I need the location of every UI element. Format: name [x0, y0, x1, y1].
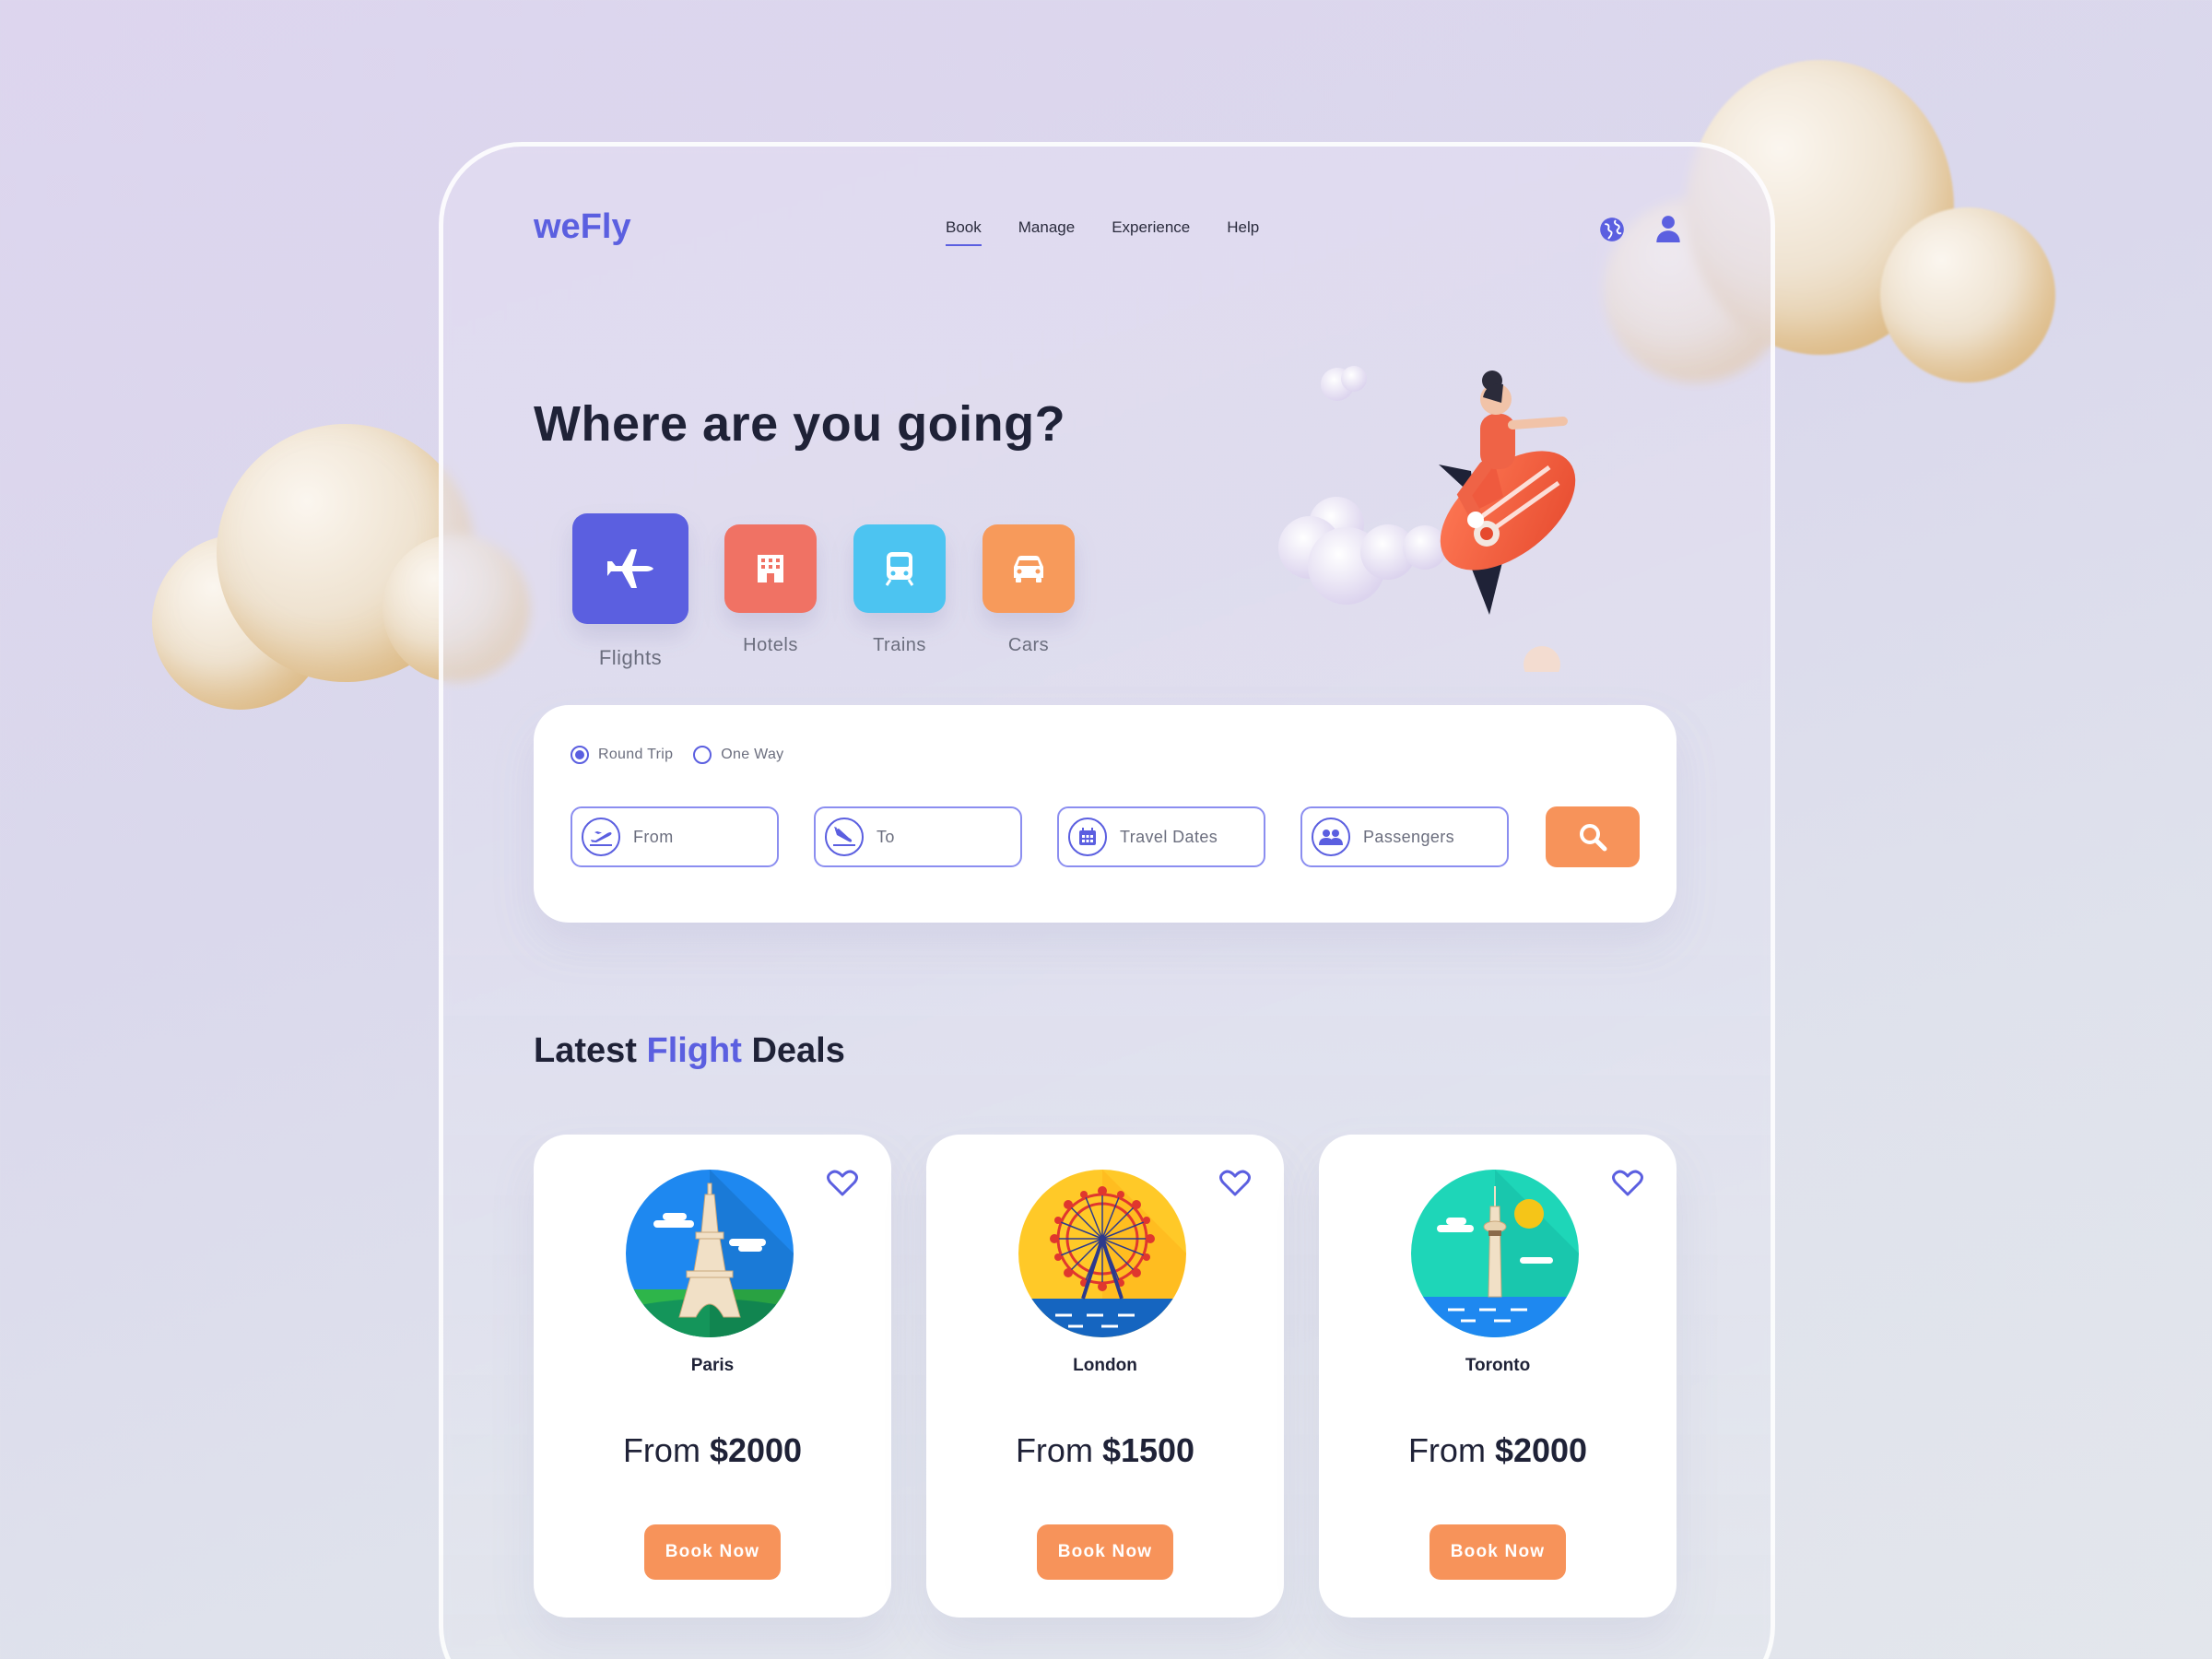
- one-way-radio[interactable]: One Way: [693, 746, 783, 764]
- takeoff-icon: [582, 818, 620, 856]
- globe-icon[interactable]: [1599, 217, 1625, 242]
- deals-heading-prefix: Latest: [534, 1031, 647, 1070]
- favorite-heart-icon[interactable]: [1219, 1170, 1251, 1197]
- deals-heading-suffix: Deals: [741, 1031, 845, 1070]
- from-placeholder: From: [633, 827, 674, 846]
- deal-card-london[interactable]: London From $1500 Book Now: [926, 1135, 1284, 1618]
- calendar-icon: [1068, 818, 1107, 856]
- main-nav: Book Manage Experience Help: [946, 218, 1259, 246]
- deal-city: Toronto: [1465, 1356, 1531, 1375]
- travel-dates-field[interactable]: Travel Dates: [1057, 806, 1265, 867]
- radio-label: Round Trip: [598, 747, 674, 762]
- nav-item-experience[interactable]: Experience: [1112, 218, 1190, 237]
- nav-item-book[interactable]: Book: [946, 218, 982, 246]
- radio-checked-icon: [571, 746, 589, 764]
- deal-price-amount: $2000: [1494, 1431, 1588, 1469]
- book-now-button[interactable]: Book Now: [1430, 1524, 1566, 1580]
- favorite-heart-icon[interactable]: [827, 1170, 858, 1197]
- hotel-icon: [758, 555, 783, 582]
- nav-item-help[interactable]: Help: [1227, 218, 1259, 237]
- deal-price: From $1500: [926, 1431, 1284, 1470]
- deal-price-prefix: From: [622, 1431, 710, 1469]
- deal-price-prefix: From: [1407, 1431, 1495, 1469]
- trip-type-options: Round Trip One Way: [571, 746, 783, 764]
- page-title: Where are you going?: [534, 396, 1066, 452]
- landing-icon: [825, 818, 864, 856]
- search-icon: [1580, 824, 1607, 852]
- deal-card-paris[interactable]: Paris From $2000 Book Now: [534, 1135, 891, 1618]
- deal-price-amount: $1500: [1101, 1431, 1195, 1469]
- travel-dates-placeholder: Travel Dates: [1120, 827, 1218, 846]
- to-field[interactable]: To: [814, 806, 1022, 867]
- deals-heading: Latest Flight Deals: [534, 1031, 845, 1071]
- from-field[interactable]: From: [571, 806, 779, 867]
- to-placeholder: To: [877, 827, 895, 846]
- tab-label: Hotels: [743, 635, 798, 655]
- eiffel-tower-icon: [626, 1170, 794, 1337]
- train-icon: [885, 552, 914, 586]
- deal-price: From $2000: [1319, 1431, 1677, 1470]
- tab-label: Trains: [873, 635, 926, 655]
- favorite-heart-icon[interactable]: [1612, 1170, 1643, 1197]
- deal-city: Paris: [690, 1356, 735, 1375]
- rocket-rider-illustration: [1278, 366, 1576, 672]
- radio-unchecked-icon: [693, 746, 712, 764]
- round-trip-radio[interactable]: Round Trip: [571, 746, 673, 764]
- tab-label: Cars: [1007, 635, 1050, 655]
- app-window: weFly Book Manage Experience Help Where …: [439, 142, 1775, 1659]
- brand-logo[interactable]: weFly: [534, 207, 631, 247]
- deal-city: London: [1073, 1356, 1137, 1375]
- tab-cars[interactable]: Cars: [982, 524, 1075, 656]
- tab-flights[interactable]: Flights: [572, 513, 688, 670]
- deal-card-toronto[interactable]: Toronto From $2000 Book Now: [1319, 1135, 1677, 1618]
- nav-item-manage[interactable]: Manage: [1018, 218, 1075, 237]
- deals-heading-accent: Flight: [646, 1031, 742, 1070]
- car-icon: [1014, 556, 1043, 582]
- deal-price: From $2000: [534, 1431, 891, 1470]
- tab-trains[interactable]: Trains: [853, 524, 946, 656]
- flight-search-form: Round Trip One Way From To Travel Dates …: [534, 705, 1677, 923]
- book-now-button[interactable]: Book Now: [644, 1524, 781, 1580]
- book-now-button[interactable]: Book Now: [1037, 1524, 1173, 1580]
- deal-price-prefix: From: [1015, 1431, 1102, 1469]
- search-button[interactable]: [1546, 806, 1640, 867]
- passengers-placeholder: Passengers: [1363, 827, 1455, 846]
- user-icon[interactable]: [1655, 215, 1681, 242]
- tab-hotels[interactable]: Hotels: [724, 524, 817, 656]
- passengers-field[interactable]: Passengers: [1300, 806, 1509, 867]
- deal-price-amount: $2000: [709, 1431, 803, 1469]
- plane-icon: [607, 549, 653, 588]
- tab-label: Flights: [598, 646, 663, 669]
- radio-label: One Way: [721, 747, 784, 762]
- passengers-icon: [1312, 818, 1350, 856]
- london-eye-icon: [1018, 1170, 1186, 1337]
- cn-tower-icon: [1411, 1170, 1579, 1337]
